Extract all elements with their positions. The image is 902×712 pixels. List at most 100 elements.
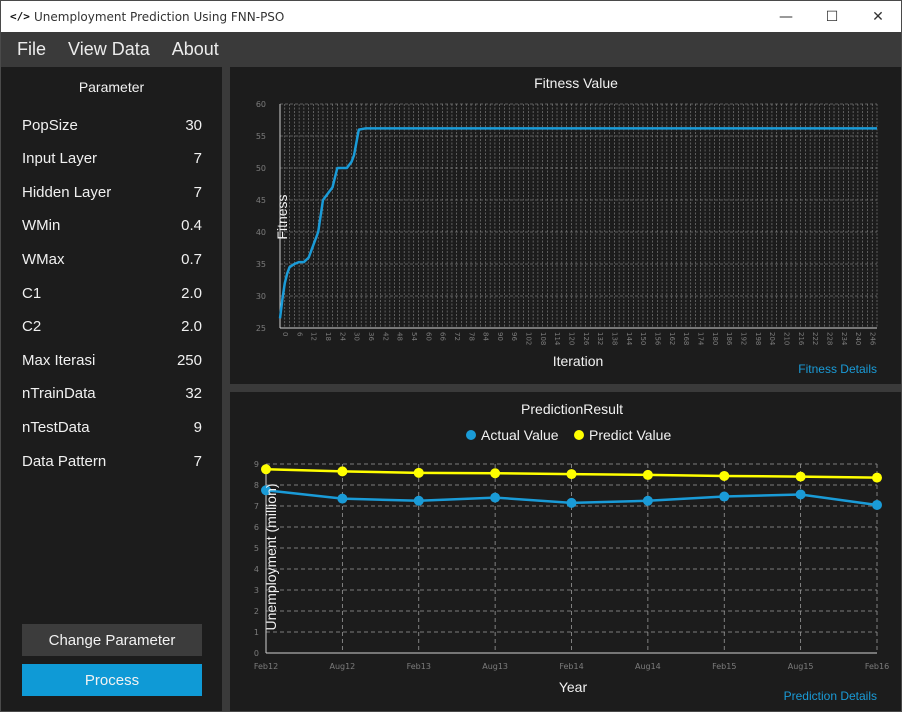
y-tick-label: 25 [256,324,266,333]
data-point [566,469,577,480]
x-tick-label: 234 [840,332,848,346]
fitness-details-link[interactable]: Fitness Details [798,362,877,376]
y-tick-label: 60 [256,100,266,109]
x-tick-label: 222 [811,332,819,345]
y-tick-label: 5 [254,544,259,553]
param-value: 2.0 [181,284,202,302]
x-tick-label: 204 [768,332,776,346]
x-tick-label: 150 [639,332,647,345]
process-button[interactable]: Process [22,664,202,696]
param-value: 0.7 [181,250,202,268]
y-tick-label: 1 [254,628,259,637]
legend-marker [466,430,476,440]
param-label: Max Iterasi [22,351,96,369]
x-tick-label: 210 [782,332,790,345]
x-tick-label: Aug13 [482,662,508,671]
x-tick-label: Aug14 [635,662,661,671]
y-axis-label: Fitness [274,194,290,239]
x-tick-label: 126 [582,332,590,346]
x-tick-label: 120 [568,332,576,345]
title-bar[interactable]: </> Unemployment Prediction Using FNN-PS… [1,1,901,32]
param-value: 7 [193,452,202,470]
x-tick-label: 30 [353,332,361,341]
data-point [413,495,424,506]
y-tick-label: 7 [254,502,259,511]
param-value: 7 [193,150,202,168]
x-tick-label: 132 [596,332,604,345]
y-tick-label: 8 [254,481,259,490]
series-line-fitness [278,127,877,319]
x-tick-label: Aug15 [788,662,814,671]
data-point [413,467,424,478]
param-value: 250 [176,351,202,369]
x-tick-label: Feb13 [407,662,431,671]
prediction-panel: PredictionResult Actual Value Predict Valu… [230,392,901,711]
param-label: WMin [22,217,61,235]
x-tick-label: Feb14 [559,662,583,671]
horizontal-splitter[interactable] [230,384,901,392]
minimize-button[interactable]: — [763,1,809,32]
menu-file[interactable]: File [17,39,46,60]
data-point [872,499,882,510]
x-tick-label: 192 [739,332,747,345]
x-tick-label: 42 [381,332,389,341]
x-tick-label: Feb16 [865,662,889,671]
prediction-chart: PredictionResult Actual Value Predict Valu… [254,401,889,695]
chart-title: PredictionResult [521,401,623,417]
x-tick-label: 12 [310,332,318,341]
y-tick-label: 3 [254,586,259,595]
data-point [261,464,271,475]
parameter-title: Parameter [78,79,145,95]
x-tick-label: 36 [367,332,375,341]
param-value: 30 [185,116,202,134]
y-tick-label: 55 [256,132,266,141]
prediction-details-link[interactable]: Prediction Details [784,689,877,703]
data-point [872,472,882,483]
x-tick-label: 174 [697,332,705,346]
param-value: 7 [193,183,202,201]
x-tick-label: 84 [482,332,490,341]
x-tick-label: 162 [668,332,676,345]
x-tick-label: 180 [711,332,719,345]
x-tick-label: 66 [439,332,447,341]
x-tick-label: 24 [338,332,346,341]
x-tick-label: 60 [424,332,432,341]
param-label: nTrainData [22,385,96,403]
param-label: Hidden Layer [22,183,112,201]
x-tick-label: 54 [410,332,418,341]
menu-view-data[interactable]: View Data [68,39,150,60]
window-title: Unemployment Prediction Using FNN-PSO [34,9,285,24]
param-row: PopSize 30 [22,114,202,136]
param-label: PopSize [22,116,78,134]
change-parameter-button[interactable]: Change Parameter [22,624,202,656]
y-tick-label: 4 [254,565,259,574]
x-axis-label: Year [559,679,588,695]
maximize-button[interactable]: ☐ [809,1,855,32]
x-tick-label: 90 [496,332,504,341]
app-window: </> Unemployment Prediction Using FNN-PS… [0,0,902,712]
legend-marker [574,430,584,440]
fitness-panel: Fitness Value 25 30 35 40 45 50 55 60 0 6 12 18 24 30 3… [230,67,901,384]
param-row: Hidden Layer 7 [22,181,202,203]
y-tick-label: 35 [256,260,266,269]
legend-label: Predict Value [589,427,671,443]
param-value: 9 [193,418,202,436]
menu-about[interactable]: About [172,39,219,60]
param-row: C2 2.0 [22,316,202,338]
x-tick-label: 168 [682,332,690,345]
data-point [795,471,806,482]
param-value: 0.4 [181,217,202,235]
vertical-splitter[interactable] [222,67,230,711]
param-value: 2.0 [181,318,202,336]
y-tick-label: 2 [254,607,259,616]
param-label: C2 [22,318,42,336]
param-row: Data Pattern 7 [22,450,202,472]
param-label: nTestData [22,418,90,436]
x-tick-label: 138 [611,332,619,345]
param-label: WMax [22,250,65,268]
fitness-chart: Fitness Value 25 30 35 40 45 50 55 60 0 6 12 18 24 30 3… [256,75,878,369]
x-tick-label: 102 [525,332,533,345]
x-tick-label: 96 [510,332,518,341]
close-button[interactable]: ✕ [855,1,901,32]
x-tick-label: 198 [754,332,762,345]
